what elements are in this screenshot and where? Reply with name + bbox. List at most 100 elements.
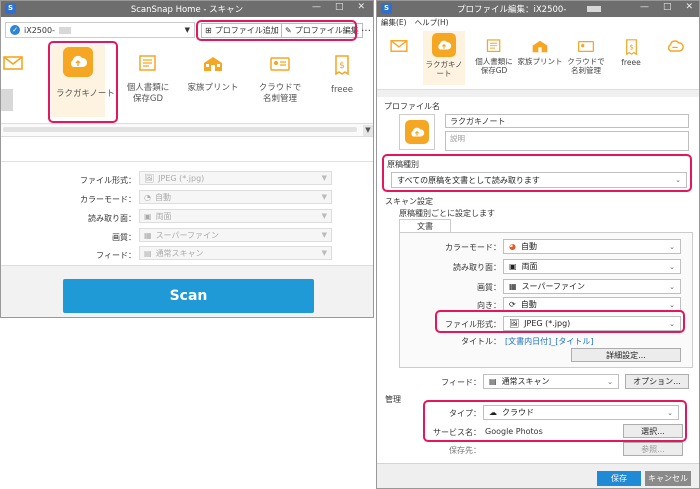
- service-label: サービス名：: [433, 428, 481, 437]
- profile-label: クラウドで 名刺管理: [567, 57, 605, 75]
- save-label: 保存: [611, 474, 627, 483]
- mail-icon: [3, 56, 23, 70]
- detail-settings-button[interactable]: 詳細設定...: [571, 348, 681, 362]
- tab-document-label: 文書: [417, 222, 433, 231]
- feed-label: フィード：: [441, 378, 481, 387]
- scan-side-value: 両面: [155, 211, 172, 221]
- browse-label: 参照...: [641, 444, 665, 454]
- profile-rakugaki[interactable]: ラクガキノート: [45, 47, 115, 100]
- edit-profile-button[interactable]: ✎ プロファイル編集: [281, 23, 363, 38]
- device-selector[interactable]: ✓ iX2500- ▼: [5, 22, 195, 38]
- close-icon[interactable]: ✕: [357, 2, 365, 12]
- file-format-label: ファイル形式：: [445, 320, 501, 329]
- scroll-thumb[interactable]: [3, 127, 357, 132]
- file-format-value: JPEG (*.jpg): [524, 319, 571, 328]
- chevron-down-icon: ⌄: [669, 282, 675, 291]
- file-format-select: 🖼 JPEG (*.jpg) ▼: [139, 171, 332, 185]
- color-wheel-icon: ◔: [144, 192, 151, 202]
- cloud-upload-icon: [405, 120, 429, 144]
- profile-business-card[interactable]: クラウドで 名刺管理: [251, 55, 309, 105]
- scrollbar[interactable]: [377, 89, 699, 97]
- scan-button[interactable]: Scan: [63, 279, 314, 313]
- color-mode-select: ◔ 自動 ▼: [139, 190, 332, 204]
- orientation-select[interactable]: ⟳ 自動 ⌄: [503, 297, 681, 312]
- more-button[interactable]: …: [361, 23, 371, 34]
- profile-personal-docs[interactable]: 個人書類に 保存GD: [471, 39, 517, 75]
- profile-freee[interactable]: $ freee: [319, 55, 365, 96]
- doc-type-value: すべての原稿を文書として読み取ります: [397, 175, 540, 185]
- add-profile-label: プロファイル追加: [214, 26, 279, 35]
- maximize-icon[interactable]: □: [663, 2, 672, 12]
- profile-strip: ラクガキノート 個人書類に 保存GD 家族プリント クラウドで 名刺管理 $ f…: [1, 41, 373, 123]
- mail-icon: [390, 40, 408, 52]
- select-service-label: 選択...: [641, 426, 665, 436]
- profile-business-card[interactable]: クラウドで 名刺管理: [563, 39, 609, 75]
- scansnap-app-icon: S: [381, 3, 392, 14]
- file-format-value: JPEG (*.jpg): [158, 173, 205, 183]
- profile-personal-docs[interactable]: 個人書類に 保存GD: [119, 55, 177, 105]
- add-profile-button[interactable]: ⊞ プロファイル追加: [201, 23, 283, 38]
- minimize-icon[interactable]: —: [312, 2, 321, 12]
- cancel-label: キャンセル: [648, 474, 688, 483]
- description-input[interactable]: 説明: [445, 131, 689, 151]
- orientation-value: 自動: [520, 300, 537, 309]
- device-serial: [58, 26, 71, 34]
- profile-family-print[interactable]: 家族プリント: [181, 55, 245, 94]
- blurred-area: [1, 89, 13, 111]
- doc-type-select[interactable]: すべての原稿を文書として読み取ります ⌄: [391, 172, 687, 188]
- separator: [1, 161, 373, 162]
- checker-icon: ▦: [509, 282, 517, 291]
- title-bar: S プロファイル編集：iX2500- — □ ✕: [377, 1, 699, 17]
- receipt-icon: $: [625, 39, 637, 55]
- quality-select[interactable]: ▦ スーパーファイン ⌄: [503, 279, 681, 294]
- chevron-down-icon: ⌄: [669, 242, 675, 251]
- menu-help[interactable]: ヘルプ(H): [415, 17, 449, 29]
- document-folder-icon: [139, 55, 156, 71]
- scan-side-select[interactable]: ▣ 両面 ⌄: [503, 259, 681, 274]
- profile-label: freee: [621, 58, 641, 67]
- color-mode-select[interactable]: ◕ 自動 ⌄: [503, 239, 681, 254]
- feed-value: 通常スキャン: [501, 377, 550, 386]
- title-link[interactable]: [文書内日付]_[タイトル]: [505, 336, 593, 347]
- profile-label: 個人書類に 保存GD: [126, 83, 170, 104]
- per-type-label: 原稿種別ごとに設定します: [399, 209, 495, 218]
- select-service-button[interactable]: 選択...: [623, 424, 683, 438]
- profile-family-print[interactable]: 家族プリント: [515, 39, 565, 66]
- quality-label: 画質：: [477, 283, 501, 292]
- profile-freee[interactable]: $ freee: [611, 39, 651, 67]
- cancel-button[interactable]: キャンセル: [645, 471, 691, 486]
- menu-edit[interactable]: 編集(E): [381, 17, 407, 29]
- school-icon: [204, 57, 222, 71]
- profile-cloud-sync[interactable]: [657, 39, 693, 54]
- minimize-icon[interactable]: —: [640, 2, 649, 12]
- scan-button-label: Scan: [169, 288, 208, 304]
- scan-side-value: 両面: [521, 262, 538, 271]
- window-controls: — □ ✕: [312, 2, 365, 12]
- profile-mail[interactable]: [1, 55, 25, 71]
- menu-bar: 編集(E) ヘルプ(H): [377, 17, 699, 29]
- svg-text:$: $: [339, 61, 345, 71]
- collapse-arrow-icon[interactable]: ▼: [363, 125, 373, 136]
- feed-select[interactable]: ▤ 通常スキャン ⌄: [483, 374, 619, 389]
- feed-icon: ▤: [144, 248, 152, 258]
- tab-document[interactable]: 文書: [399, 219, 451, 233]
- options-button[interactable]: オプション...: [625, 374, 689, 389]
- device-serial: [587, 6, 601, 12]
- profile-mail[interactable]: [385, 39, 413, 53]
- service-value: Google Photos: [485, 427, 543, 436]
- maximize-icon[interactable]: □: [335, 2, 344, 12]
- profile-rakugaki[interactable]: ラクガキノ ート: [421, 33, 467, 78]
- plus-icon: ⊞: [205, 26, 212, 35]
- save-button[interactable]: 保存: [597, 471, 641, 486]
- business-card-icon: [578, 40, 594, 53]
- profile-edit-window: S プロファイル編集：iX2500- — □ ✕ 編集(E) ヘルプ(H) ラク…: [376, 0, 700, 489]
- close-icon[interactable]: ✕: [685, 2, 693, 12]
- file-format-select[interactable]: 🖼 JPEG (*.jpg) ⌄: [503, 316, 681, 331]
- orientation-label: 向き：: [477, 301, 501, 310]
- quality-select: ▦ スーパーファイン ▼: [139, 228, 332, 242]
- profile-icon-box[interactable]: [399, 114, 435, 150]
- checker-icon: ▦: [144, 230, 152, 240]
- browse-button[interactable]: 参照...: [623, 442, 683, 456]
- type-select[interactable]: ☁ クラウド ⌄: [483, 405, 679, 420]
- profile-name-input[interactable]: ラクガキノート: [445, 114, 689, 128]
